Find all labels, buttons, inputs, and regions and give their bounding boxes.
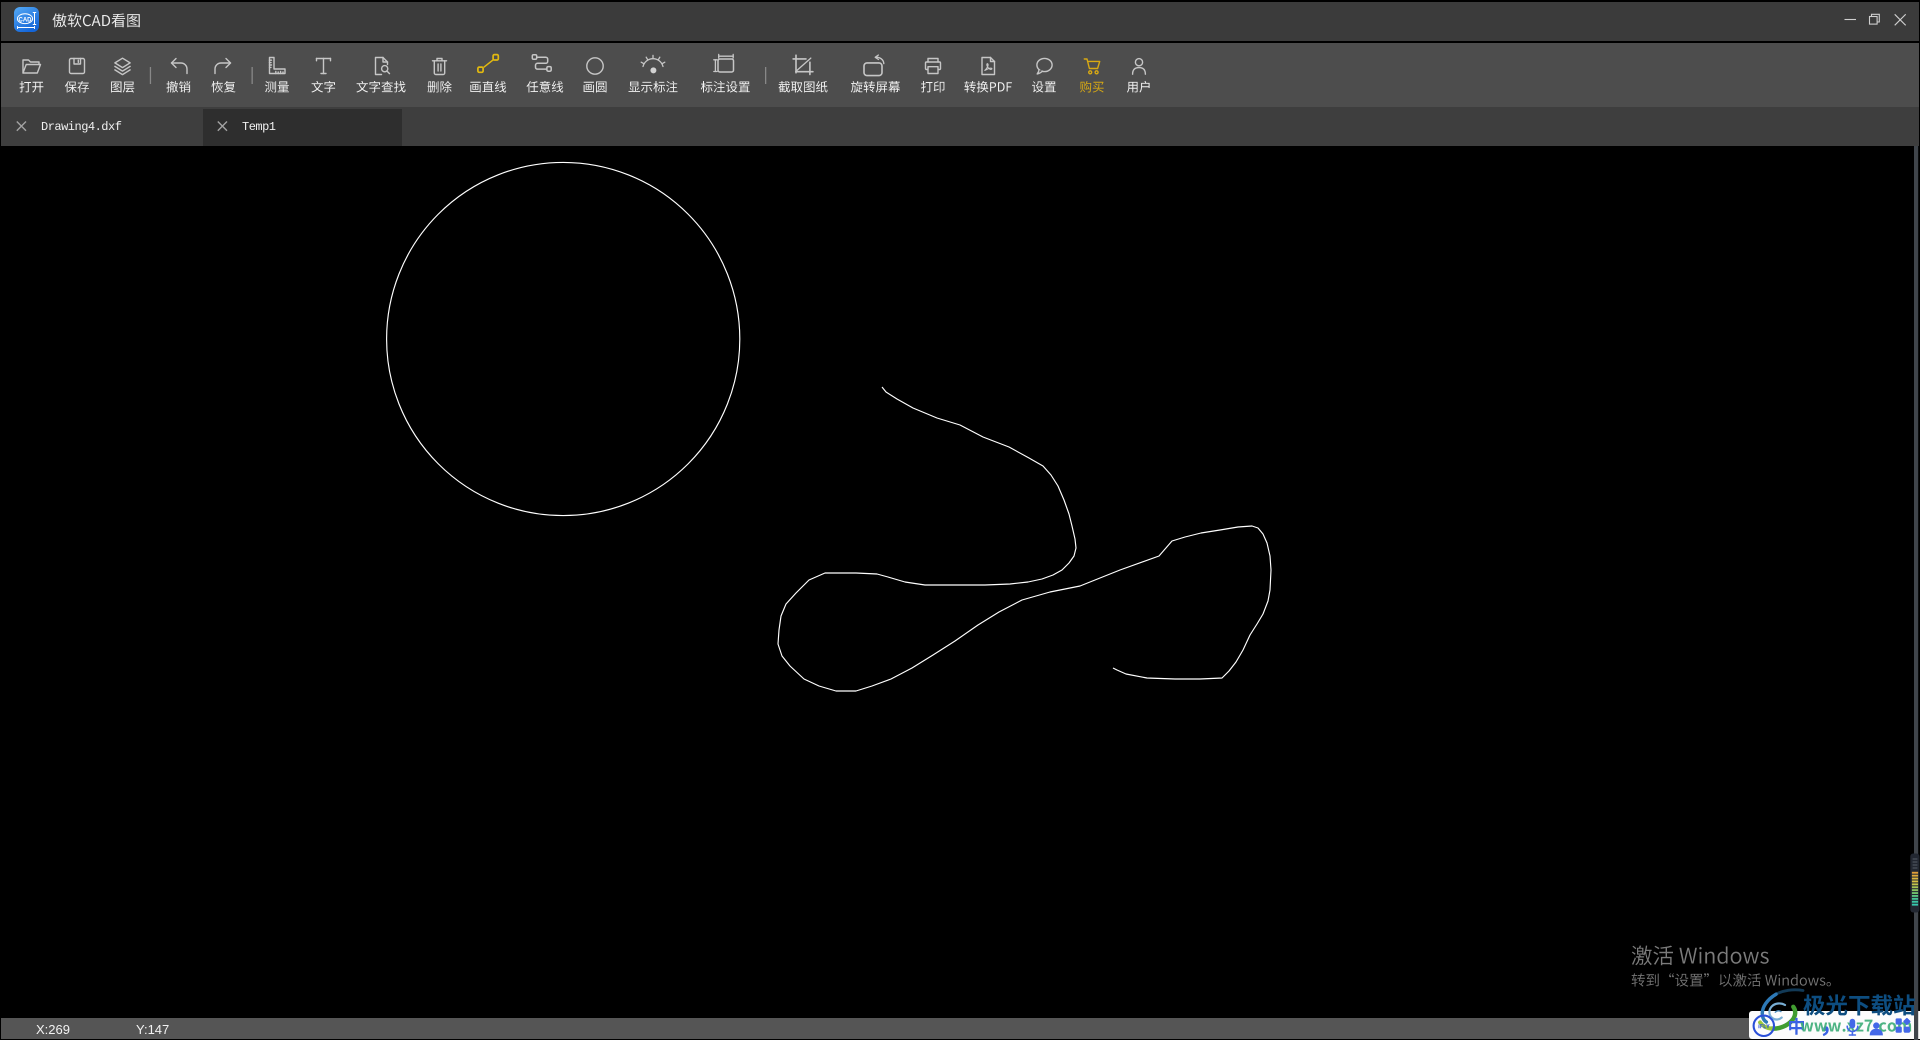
svg-text:CAD: CAD [19,17,33,23]
